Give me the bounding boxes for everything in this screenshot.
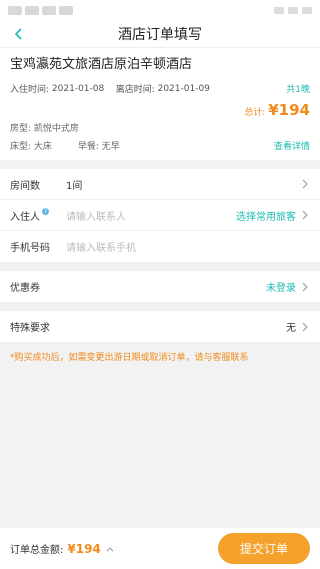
select-guest-label: 选择常用旅客: [236, 211, 296, 223]
view-details-link[interactable]: 查看详情: [274, 139, 310, 152]
total-label: 总计:: [244, 108, 266, 118]
guest-input[interactable]: 请输入联系人: [66, 208, 126, 223]
bottom-bar: 订单总金额: ¥194 提交订单: [0, 527, 320, 569]
status-bar: [0, 0, 320, 20]
guest-label-wrap: 入住人 ?: [10, 208, 66, 223]
chevron-right-icon: [302, 282, 308, 291]
coupon-label: 优惠券: [10, 283, 40, 294]
submit-order-button[interactable]: 提交订单: [218, 533, 310, 564]
rooms-row[interactable]: 房间数 1间: [0, 169, 320, 200]
phone-input[interactable]: 请输入联系手机: [66, 239, 136, 254]
status-icons-left: [8, 5, 73, 15]
bed-type: 床型: 大床: [10, 142, 52, 152]
coupon-section: 优惠券 未登录: [0, 271, 320, 302]
nav-bar: 酒店订单填写: [0, 20, 320, 48]
chevron-right-icon: [302, 210, 308, 220]
coupon-value: 未登录: [266, 283, 296, 294]
back-button[interactable]: [8, 23, 30, 45]
stay-dates: 入住时间: 2021-01-08 离店时间: 2021-01-09 共1晚: [10, 82, 310, 96]
room-type: 房型: 凯悦中式房: [10, 124, 79, 134]
phone-label: 手机号码: [10, 243, 50, 254]
booking-form: 房间数 1间 入住人 ? 请输入联系人 选择常用旅客 手机号码 请输入联系手机: [0, 169, 320, 262]
rooms-label: 房间数: [10, 180, 40, 192]
chevron-up-icon[interactable]: [105, 545, 115, 553]
page-title: 酒店订单填写: [118, 26, 202, 43]
phone-row: 手机号码 请输入联系手机: [0, 231, 320, 262]
total-price: 总计: ¥194: [10, 101, 310, 119]
hotel-summary-card: 宝鸡瀛苑文旅酒店原泊辛顿酒店 入住时间: 2021-01-08 离店时间: 20…: [0, 48, 320, 160]
rooms-value: 1间: [66, 180, 83, 192]
nights-count: 共1晚: [286, 85, 310, 95]
special-request-section: 特殊要求 无: [0, 311, 320, 342]
special-request-label: 特殊要求: [10, 323, 50, 334]
help-icon[interactable]: ?: [42, 208, 49, 215]
checkout-label: 离店时间:: [115, 85, 155, 95]
total-amount: ¥194: [268, 101, 310, 119]
order-total-label: 订单总金额:: [10, 545, 64, 556]
chevron-right-icon: [302, 179, 308, 189]
chevron-right-icon: [302, 322, 308, 331]
special-request-value: 无: [286, 323, 296, 334]
cancellation-notice: *购买成功后，如需变更出游日期或取消订单，请与客服联系: [10, 353, 249, 363]
special-request-row[interactable]: 特殊要求 无: [0, 311, 320, 342]
room-details-row: 床型: 大床 早餐: 无早 查看详情: [10, 139, 310, 152]
guest-row: 入住人 ? 请输入联系人 选择常用旅客: [0, 200, 320, 231]
hotel-name: 宝鸡瀛苑文旅酒店原泊辛顿酒店: [10, 57, 193, 72]
chevron-left-icon: [14, 28, 22, 40]
order-total-amount: ¥194: [67, 541, 101, 556]
guest-label: 入住人: [10, 211, 40, 223]
select-guest-button[interactable]: 选择常用旅客: [236, 208, 310, 223]
status-icons-right: [274, 6, 312, 14]
checkout-date: 2021-01-09: [157, 83, 210, 94]
checkin-date: 2021-01-08: [51, 83, 105, 94]
breakfast-info: 早餐: 无早: [77, 142, 120, 152]
checkin-label: 入住时间:: [10, 85, 50, 95]
coupon-row[interactable]: 优惠券 未登录: [0, 271, 320, 302]
